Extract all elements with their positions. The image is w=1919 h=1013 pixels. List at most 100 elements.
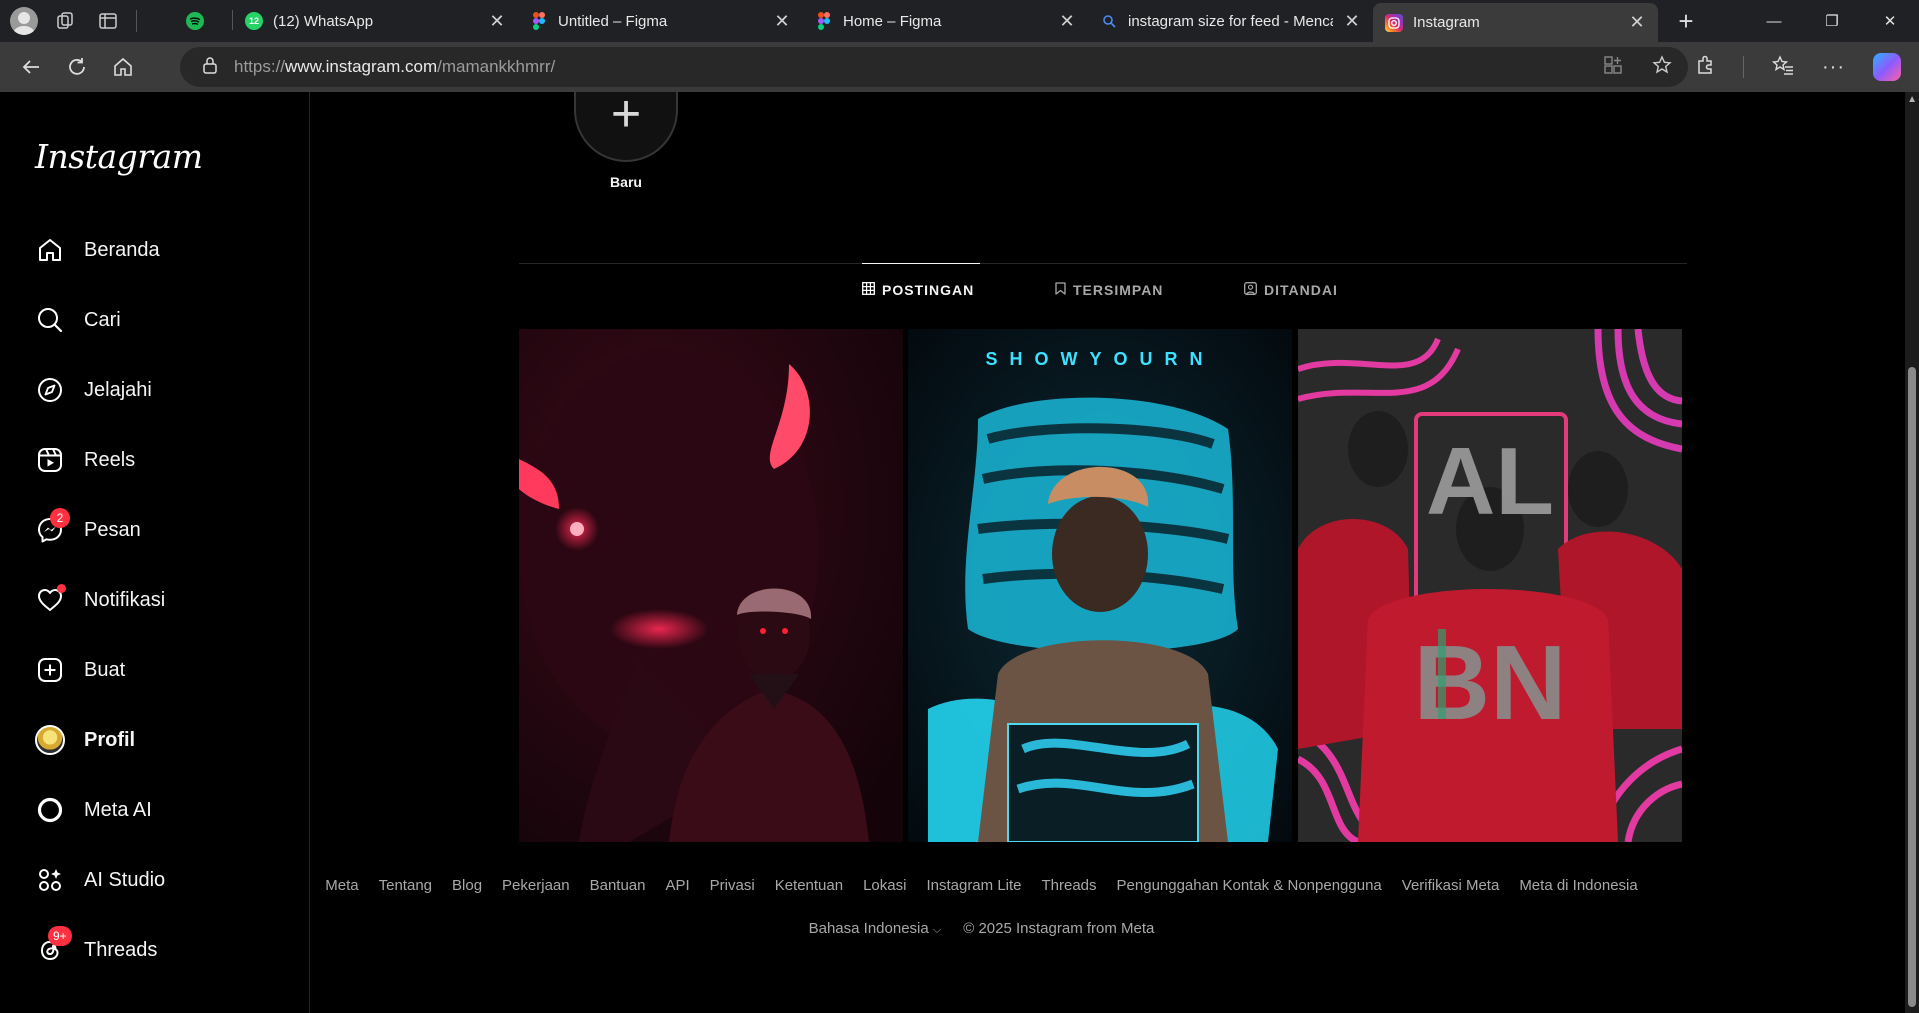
address-bar[interactable]: https://www.instagram.com/mamankkhmrr/ bbox=[180, 47, 1688, 87]
search-icon bbox=[34, 304, 66, 336]
sidebar-item-notifikasi[interactable]: Notifikasi bbox=[26, 572, 296, 628]
close-icon[interactable]: ✕ bbox=[488, 11, 506, 32]
post-thumbnail[interactable] bbox=[519, 329, 903, 842]
window-controls: — ❐ ✕ bbox=[1745, 0, 1919, 42]
page-scrollbar[interactable]: ▲ bbox=[1905, 92, 1919, 1013]
sidebar-item-label: Beranda bbox=[84, 238, 160, 261]
search-icon bbox=[1100, 12, 1118, 30]
browser-profile-avatar[interactable] bbox=[10, 7, 38, 35]
heart-icon bbox=[34, 584, 66, 616]
back-icon[interactable] bbox=[8, 47, 54, 87]
minimize-icon[interactable]: — bbox=[1745, 0, 1803, 42]
scrollbar-thumb[interactable] bbox=[1908, 367, 1916, 1007]
post-thumbnail[interactable]: AL BN bbox=[1298, 329, 1682, 842]
vertical-tabs-icon[interactable] bbox=[94, 7, 122, 35]
close-icon[interactable]: ✕ bbox=[1058, 11, 1076, 32]
tab-title: Untitled – Figma bbox=[558, 12, 668, 30]
post-image-albn: AL BN bbox=[1298, 329, 1682, 842]
footer-link[interactable]: Threads bbox=[1042, 877, 1097, 894]
tab-figma-untitled[interactable]: Untitled – Figma ✕ bbox=[518, 3, 803, 39]
compass-icon bbox=[34, 374, 66, 406]
tab-tersimpan[interactable]: TERSIMPAN bbox=[1055, 264, 1163, 316]
tab-ditandai[interactable]: DITANDAI bbox=[1244, 264, 1338, 316]
whatsapp-icon: 12 bbox=[245, 12, 263, 30]
app-available-icon[interactable] bbox=[1604, 55, 1622, 79]
message-count-badge: 2 bbox=[50, 508, 70, 528]
tab-instagram[interactable]: Instagram ✕ bbox=[1373, 3, 1658, 42]
tab-strip: 12 (12) WhatsApp ✕ Untitled – Figma ✕ Ho… bbox=[172, 0, 1708, 42]
footer-link[interactable]: Pengunggahan Kontak & Nonpengguna bbox=[1117, 877, 1382, 894]
sidebar-item-buat[interactable]: Buat bbox=[26, 642, 296, 698]
tab-postingan[interactable]: POSTINGAN bbox=[862, 263, 980, 315]
profile-tabs: POSTINGAN TERSIMPAN DITANDAI bbox=[519, 263, 1687, 315]
footer-link[interactable]: Ketentuan bbox=[775, 877, 843, 894]
sidebar-item-cari[interactable]: Cari bbox=[26, 292, 296, 348]
extensions-icon[interactable] bbox=[1695, 55, 1715, 80]
sidebar-item-label: Cari bbox=[84, 308, 121, 331]
notification-dot bbox=[57, 584, 66, 593]
sidebar-item-label: Notifikasi bbox=[84, 588, 166, 611]
copyright-text: © 2025 Instagram from Meta bbox=[963, 920, 1155, 937]
post-thumbnail[interactable]: SHOWYOURN bbox=[908, 329, 1292, 842]
sidebar-item-label: Reels bbox=[84, 448, 136, 471]
footer-link[interactable]: Privasi bbox=[710, 877, 755, 894]
sidebar-item-meta-ai[interactable]: Meta AI bbox=[26, 782, 296, 838]
footer-link[interactable]: Meta di Indonesia bbox=[1519, 877, 1637, 894]
footer-link[interactable]: Bantuan bbox=[590, 877, 646, 894]
footer-link[interactable]: Pekerjaan bbox=[502, 877, 570, 894]
grid-icon bbox=[862, 281, 875, 298]
footer-link[interactable]: Meta bbox=[325, 877, 358, 894]
scroll-up-icon[interactable]: ▲ bbox=[1907, 94, 1917, 105]
sidebar-item-reels[interactable]: Reels bbox=[26, 432, 296, 488]
reels-icon bbox=[34, 444, 66, 476]
footer-link[interactable]: API bbox=[665, 877, 689, 894]
instagram-logo[interactable]: Instagram bbox=[35, 137, 203, 176]
posts-grid: SHOWYOURN AL BN bbox=[519, 329, 1683, 842]
spotify-icon bbox=[186, 12, 204, 30]
instagram-icon bbox=[1385, 13, 1403, 32]
tab-whatsapp[interactable]: 12 (12) WhatsApp ✕ bbox=[233, 3, 518, 39]
workspaces-icon[interactable] bbox=[52, 7, 80, 35]
tab-spotify[interactable] bbox=[172, 3, 232, 39]
tagged-icon bbox=[1244, 282, 1257, 298]
footer-link[interactable]: Blog bbox=[452, 877, 482, 894]
language-select[interactable]: Bahasa Indonesia ⌵ bbox=[809, 920, 942, 937]
tab-title: instagram size for feed - Menca bbox=[1128, 12, 1333, 30]
more-icon[interactable]: ··· bbox=[1822, 56, 1845, 79]
sidebar-item-beranda[interactable]: Beranda bbox=[26, 222, 296, 278]
sidebar-item-profil[interactable]: Profil bbox=[26, 712, 296, 768]
restore-icon[interactable]: ❐ bbox=[1803, 0, 1861, 42]
close-icon[interactable]: ✕ bbox=[1343, 11, 1361, 32]
plus-icon: + bbox=[610, 85, 642, 143]
browser-titlebar: 12 (12) WhatsApp ✕ Untitled – Figma ✕ Ho… bbox=[0, 0, 1919, 42]
new-highlight-button[interactable]: + bbox=[574, 85, 678, 162]
new-tab-button[interactable]: + bbox=[1664, 3, 1708, 39]
favorite-star-icon[interactable] bbox=[1652, 54, 1672, 80]
favorites-icon[interactable] bbox=[1771, 54, 1794, 80]
threads-icon: 9+ bbox=[34, 926, 72, 966]
sidebar-item-label: Pesan bbox=[84, 518, 141, 541]
footer-bottom: Bahasa Indonesia ⌵ © 2025 Instagram from… bbox=[0, 920, 1919, 937]
close-icon[interactable]: ✕ bbox=[1628, 12, 1646, 33]
tab-figma-home[interactable]: Home – Figma ✕ bbox=[803, 3, 1088, 39]
refresh-icon[interactable] bbox=[54, 47, 100, 87]
tab-search[interactable]: instagram size for feed - Menca ✕ bbox=[1088, 3, 1373, 39]
close-icon[interactable]: ✕ bbox=[773, 11, 791, 32]
meta-ai-icon bbox=[34, 794, 66, 826]
sidebar-item-jelajahi[interactable]: Jelajahi bbox=[26, 362, 296, 418]
footer-link[interactable]: Verifikasi Meta bbox=[1402, 877, 1500, 894]
close-window-icon[interactable]: ✕ bbox=[1861, 0, 1919, 42]
home-icon bbox=[34, 234, 66, 266]
footer-link[interactable]: Tentang bbox=[379, 877, 432, 894]
copilot-icon[interactable] bbox=[1873, 53, 1901, 81]
url-text[interactable]: https://www.instagram.com/mamankkhmrr/ bbox=[234, 57, 555, 77]
sidebar-item-label: Jelajahi bbox=[84, 378, 152, 401]
home-icon[interactable] bbox=[100, 47, 146, 87]
sidebar-item-pesan[interactable]: 2 Pesan bbox=[26, 502, 296, 558]
plus-square-icon bbox=[34, 654, 66, 686]
messenger-icon: 2 bbox=[34, 508, 70, 546]
footer-link[interactable]: Instagram Lite bbox=[926, 877, 1021, 894]
footer-link[interactable]: Lokasi bbox=[863, 877, 906, 894]
sidebar-item-label: Threads bbox=[84, 938, 158, 961]
lock-icon[interactable] bbox=[202, 56, 218, 79]
